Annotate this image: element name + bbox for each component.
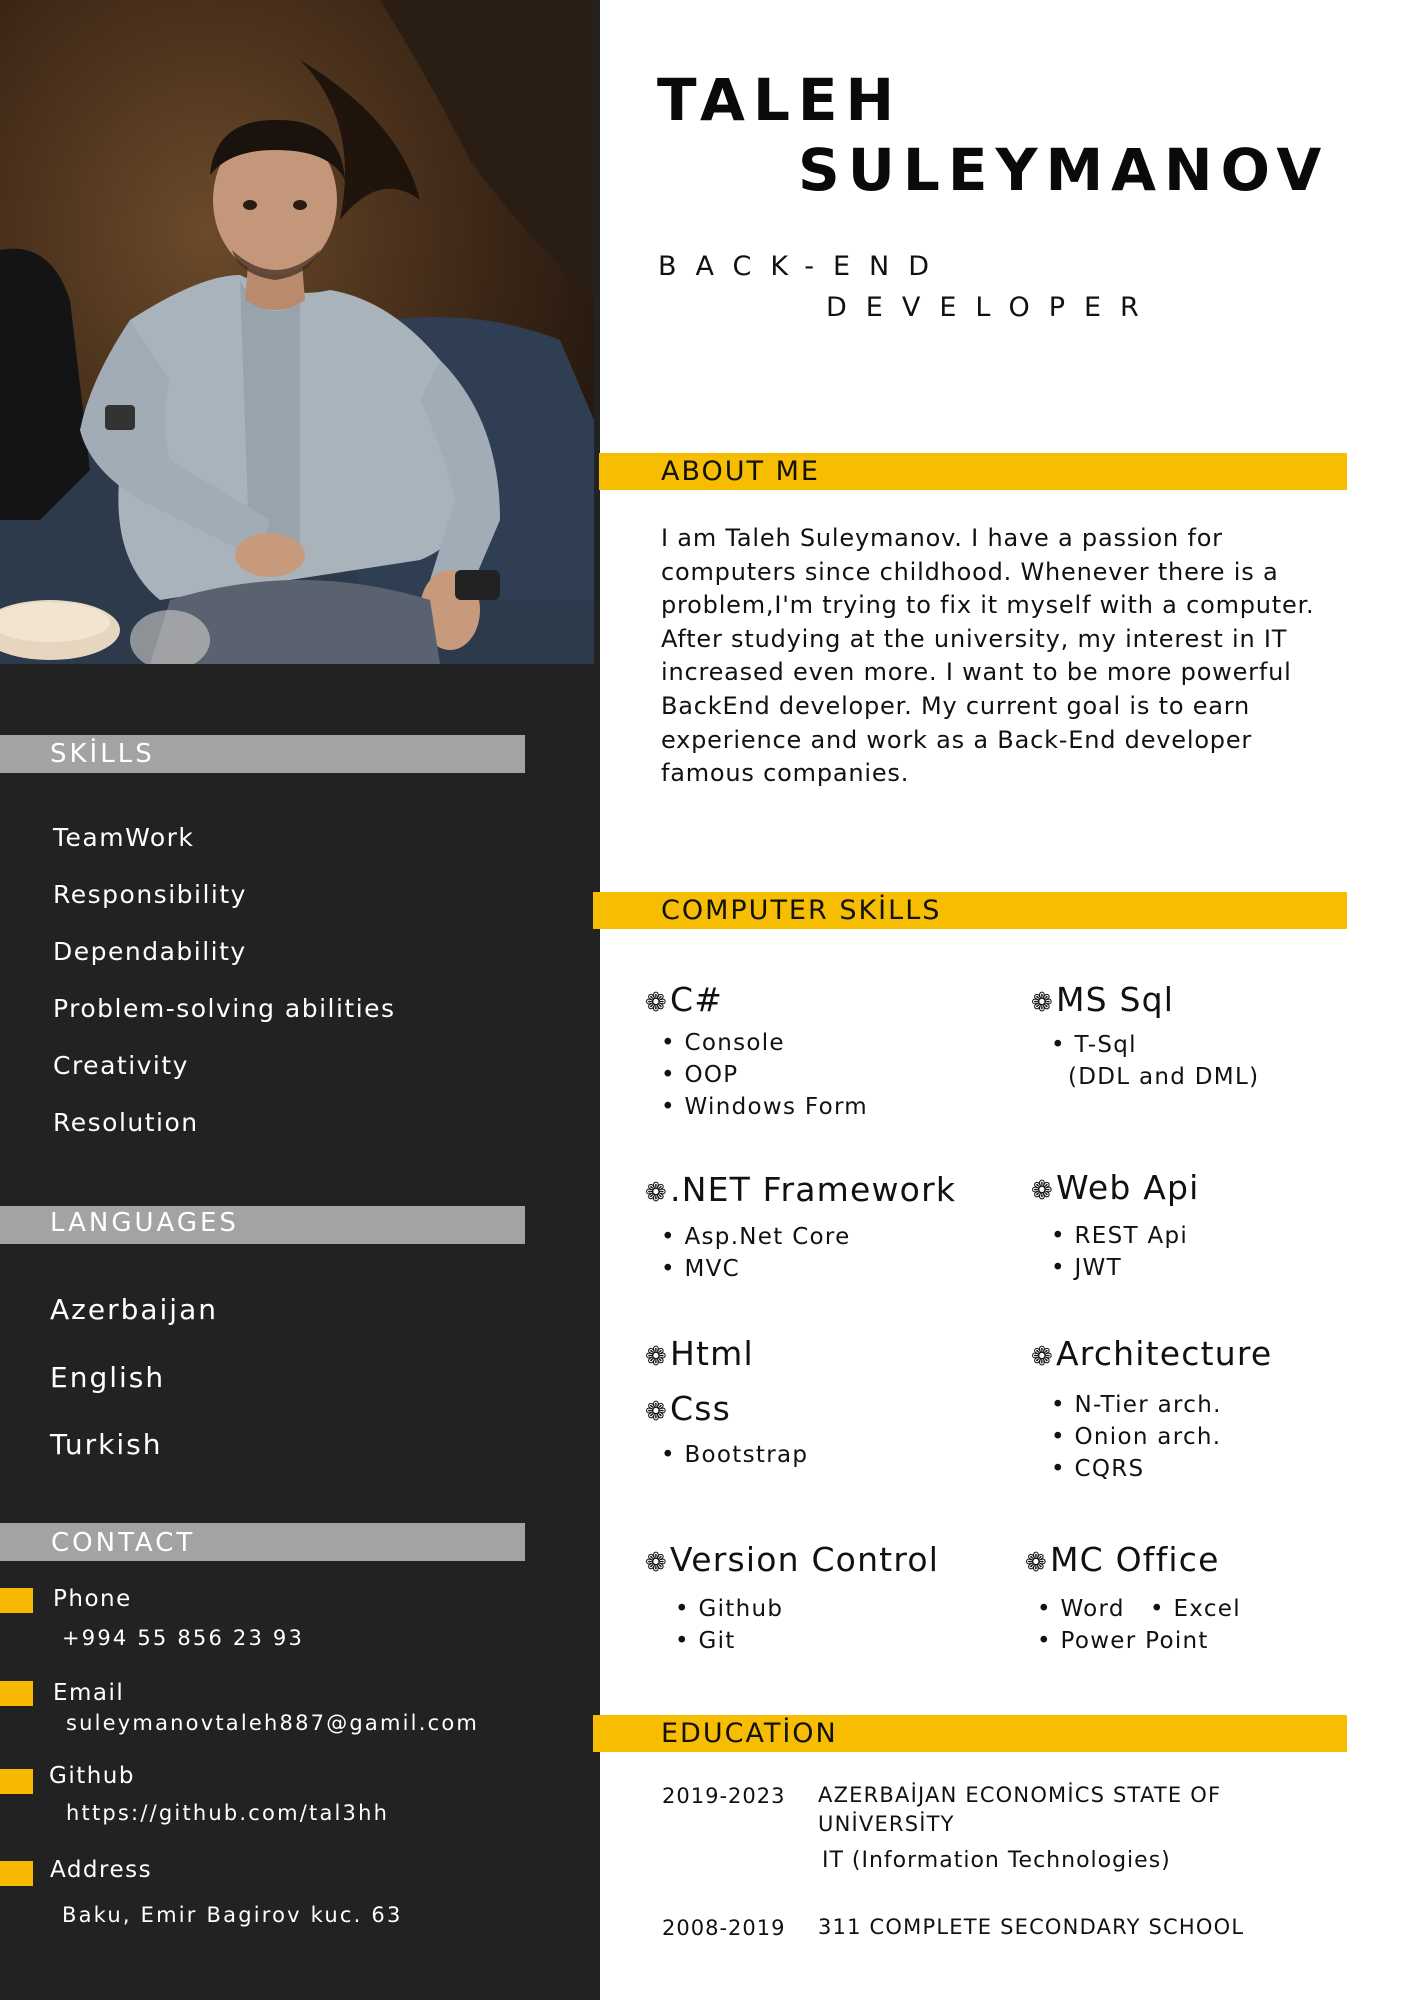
skill-group-title: MS Sql (1056, 980, 1175, 1019)
language-item: Turkish (50, 1428, 163, 1461)
skill-subitem: • T-Sql (1051, 1032, 1137, 1058)
skill-subitem: (DDL and DML) (1068, 1064, 1260, 1090)
skill-item: Creativity (53, 1051, 189, 1080)
skill-group-title: MC Office (1050, 1540, 1220, 1579)
skill-subitem: • Power Point (1037, 1628, 1209, 1654)
last-name: SULEYMANOV (798, 136, 1330, 204)
github-marker (0, 1769, 33, 1794)
skill-subitem: • Github (675, 1596, 784, 1622)
skill-subitem: • Word (1037, 1596, 1125, 1622)
profile-photo-illustration (0, 0, 594, 664)
flower-icon: ❁ (645, 1178, 668, 1208)
skill-group-webapi: ❁Web Api (1031, 1168, 1200, 1207)
email-label: Email (53, 1680, 125, 1706)
education-heading: EDUCATİON (661, 1718, 838, 1749)
skill-subitem: • Onion arch. (1051, 1424, 1222, 1450)
skill-subitem: • Windows Form (661, 1094, 868, 1120)
language-item: English (50, 1361, 166, 1394)
skill-subitem: • N-Tier arch. (1051, 1392, 1222, 1418)
education-years: 2019-2023 (662, 1784, 786, 1808)
phone-label: Phone (53, 1586, 132, 1612)
skill-subitem: • REST Api (1051, 1223, 1189, 1249)
flower-icon: ❁ (645, 1342, 668, 1372)
skill-item: TeamWork (53, 823, 195, 852)
languages-heading-bar: LANGUAGES (0, 1206, 525, 1244)
skill-group-mssql: ❁MS Sql (1031, 980, 1174, 1019)
languages-heading: LANGUAGES (50, 1208, 239, 1238)
skill-item: Responsibility (53, 880, 247, 909)
skill-group-html: ❁Html (645, 1334, 754, 1373)
flower-icon: ❁ (645, 1397, 668, 1427)
language-item: Azerbaijan (50, 1293, 218, 1326)
contact-heading-bar: CONTACT (0, 1523, 525, 1561)
skill-group-title: Architecture (1056, 1334, 1273, 1373)
github-label: Github (49, 1763, 135, 1789)
skill-group-version-control: ❁Version Control (645, 1540, 939, 1579)
skill-group-title: Version Control (670, 1540, 940, 1579)
skill-group-dotnet: ❁.NET Framework (645, 1170, 956, 1209)
skill-group-title: Css (670, 1389, 732, 1428)
skills-heading: SKİLLS (50, 739, 155, 769)
skill-subitem: • Asp.Net Core (661, 1224, 851, 1250)
skill-group-title: C# (670, 980, 724, 1019)
phone-number[interactable]: +994 55 856 23 93 (62, 1626, 304, 1650)
computer-skills-heading-bar: COMPUTER SKİLLS (593, 892, 1347, 929)
skill-group-title: Web Api (1056, 1168, 1200, 1207)
skill-group-title: .NET Framework (670, 1170, 957, 1209)
education-school-line: AZERBAİJAN ECONOMİCS STATE OF (818, 1783, 1222, 1807)
computer-skills-heading: COMPUTER SKİLLS (661, 895, 942, 926)
skill-item: Dependability (53, 937, 247, 966)
email-address[interactable]: suleymanovtaleh887@gamil.com (66, 1711, 479, 1735)
phone-marker (0, 1588, 33, 1613)
skills-heading-bar: SKİLLS (0, 735, 525, 773)
skill-group-csharp: ❁C# (645, 980, 723, 1019)
skill-group-architecture: ❁Architecture (1031, 1334, 1272, 1373)
education-school-line: UNİVERSİTY (818, 1812, 955, 1836)
skill-item: Problem-solving abilities (53, 994, 396, 1023)
skill-subitem: • Console (661, 1030, 785, 1056)
education-years: 2008-2019 (662, 1916, 786, 1940)
role-line-1: BACK-END (658, 251, 949, 282)
flower-icon: ❁ (1025, 1548, 1048, 1578)
profile-photo (0, 0, 594, 664)
flower-icon: ❁ (645, 1548, 668, 1578)
address-marker (0, 1861, 33, 1886)
first-name: TALEH (657, 66, 903, 134)
skill-item: Resolution (53, 1108, 199, 1137)
skill-group-title: Html (670, 1334, 754, 1373)
skill-subitem: • CQRS (1051, 1456, 1145, 1482)
education-school: AZERBAİJAN ECONOMİCS STATE OF UNİVERSİTY (818, 1781, 1221, 1839)
skill-subitem: • MVC (661, 1256, 741, 1282)
about-heading-bar: ABOUT ME (599, 453, 1347, 490)
skill-group-office: ❁MC Office (1025, 1540, 1220, 1579)
flower-icon: ❁ (645, 988, 668, 1018)
education-field: IT (Information Technologies) (822, 1848, 1171, 1873)
address-value: Baku, Emir Bagirov kuc. 63 (62, 1903, 403, 1927)
email-marker (0, 1681, 33, 1706)
skill-subitem: • Excel (1150, 1596, 1241, 1622)
education-school: 311 COMPLETE SECONDARY SCHOOL (818, 1915, 1245, 1939)
skill-subitem: • Bootstrap (661, 1442, 809, 1468)
address-label: Address (50, 1857, 153, 1883)
github-link[interactable]: https://github.com/tal3hh (66, 1801, 389, 1825)
about-heading: ABOUT ME (661, 456, 820, 487)
skill-subitem: • OOP (661, 1062, 739, 1088)
contact-heading: CONTACT (51, 1528, 196, 1558)
flower-icon: ❁ (1031, 988, 1054, 1018)
role-line-2: DEVELOPER (826, 292, 1158, 323)
flower-icon: ❁ (1031, 1176, 1054, 1206)
education-heading-bar: EDUCATİON (593, 1715, 1347, 1752)
skill-group-css: ❁Css (645, 1389, 731, 1428)
skill-subitem: • JWT (1051, 1255, 1122, 1281)
about-paragraph: I am Taleh Suleymanov. I have a passion … (661, 524, 1315, 788)
flower-icon: ❁ (1031, 1342, 1054, 1372)
skill-subitem: • Git (675, 1628, 736, 1654)
